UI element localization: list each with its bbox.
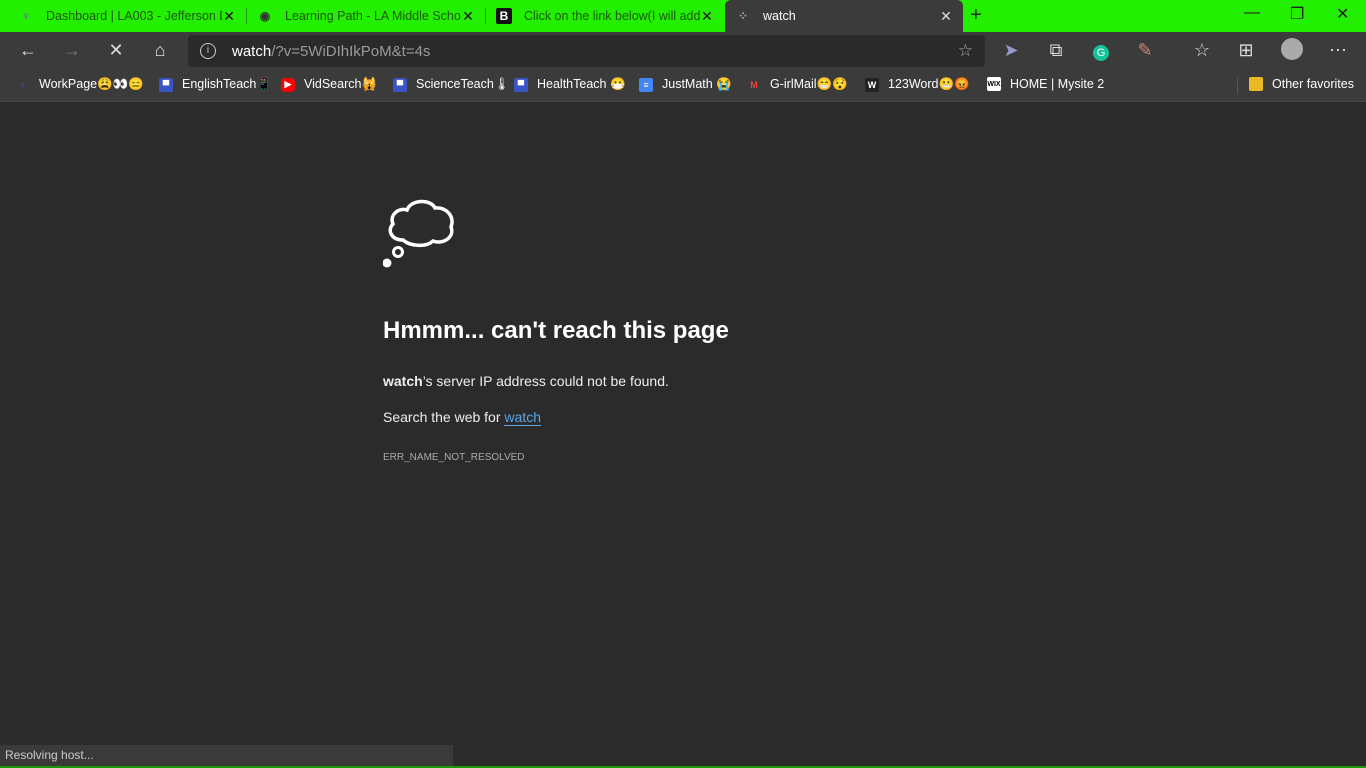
bookmark-label: VidSearch🙀: [304, 77, 378, 91]
error-code: ERR_NAME_NOT_RESOLVED: [383, 452, 525, 463]
grammarly-icon[interactable]: G: [1089, 40, 1113, 61]
other-favorites[interactable]: Other favorites: [1249, 77, 1354, 91]
tab-title: Dashboard | LA003 - Jefferson D: [46, 9, 222, 23]
bookmark-label: JustMath 😭: [662, 77, 732, 91]
bookmark-label: 123Word😬😡: [888, 77, 970, 91]
close-tab-icon[interactable]: ✕: [222, 8, 236, 25]
b-logo-icon: B: [496, 8, 512, 24]
forward-button[interactable]: →: [60, 40, 84, 61]
search-web-link[interactable]: watch: [504, 409, 541, 426]
tab-learning-path[interactable]: ◉ Learning Path - LA Middle School ✕: [247, 0, 485, 32]
learning-path-icon: ◉: [259, 9, 271, 23]
status-bar: Resolving host...: [0, 745, 453, 766]
classroom-icon: ▀: [514, 77, 528, 92]
home-button[interactable]: ⌂: [148, 40, 172, 61]
search-prefix: Search the web for: [383, 409, 505, 425]
profile-avatar[interactable]: [1280, 38, 1304, 65]
gmail-icon: M: [750, 79, 758, 90]
more-menu-icon[interactable]: ⋯: [1326, 40, 1350, 61]
folder-icon: [1249, 77, 1263, 91]
extension-icon[interactable]: ✎: [1133, 40, 1157, 61]
close-tab-icon[interactable]: ✕: [700, 8, 714, 25]
error-title: Hmmm... can't reach this page: [383, 317, 729, 344]
bookmark-label: HOME | Mysite 2: [1010, 77, 1105, 91]
bookmarks-bar: ♀ WorkPage😩👀😑 ▀ EnglishTeach📱 ▶ VidSearch🙀 …: [0, 70, 1366, 102]
info-icon[interactable]: i: [200, 43, 216, 59]
tab-dashboard[interactable]: ♀ Dashboard | LA003 - Jefferson D ✕: [8, 0, 246, 32]
bookmark-girlmail[interactable]: M G-irlMail😁😯: [747, 77, 848, 92]
tab-title: Click on the link below(I will add: [524, 9, 700, 23]
error-message: watch’s server IP address could not be f…: [383, 373, 669, 389]
wikipedia-icon: W: [865, 77, 879, 92]
tab-strip: ♀ Dashboard | LA003 - Jefferson D ✕ ◉ Le…: [0, 0, 1366, 32]
tab-actions-icon[interactable]: ⧉: [1044, 40, 1068, 61]
bookmark-label: ScienceTeach🌡: [416, 77, 510, 91]
bookmark-justmath[interactable]: ≡ JustMath 😭: [639, 77, 732, 92]
close-window-button[interactable]: ✕: [1336, 4, 1349, 24]
youtube-icon: ▶: [281, 77, 295, 92]
collections-icon[interactable]: ⊞: [1234, 40, 1258, 61]
bookmark-123word[interactable]: W 123Word😬😡: [865, 77, 970, 92]
bookmark-label: HealthTeach 😷: [537, 77, 626, 91]
host-name: watch: [383, 373, 423, 389]
bookmark-vidsearch[interactable]: ▶ VidSearch🙀: [281, 77, 377, 92]
bookmark-workpage[interactable]: ♀ WorkPage😩👀😑: [16, 77, 144, 92]
loading-spinner-icon: ⁘: [737, 9, 749, 23]
google-docs-icon: ≡: [639, 77, 653, 92]
search-suggestion: Search the web for watch: [383, 409, 541, 426]
minimize-button[interactable]: —: [1244, 4, 1260, 22]
classroom-icon: ▀: [159, 77, 173, 92]
add-favorite-icon[interactable]: ☆: [958, 41, 973, 61]
tab-watch[interactable]: ⁘ watch ✕: [725, 0, 963, 32]
bookmark-scienceteach[interactable]: ▀ ScienceTeach🌡: [393, 77, 510, 92]
address-bar[interactable]: i watch/?v=5WiDIhIkPoM&t=4s ☆: [188, 35, 985, 67]
close-tab-icon[interactable]: ✕: [461, 8, 475, 25]
new-tab-button[interactable]: +: [970, 4, 982, 27]
classroom-icon: ▀: [393, 77, 407, 92]
bookmark-label: WorkPage😩👀😑: [39, 77, 144, 91]
url-text: watch/?v=5WiDIhIkPoM&t=4s: [232, 42, 431, 60]
lightbulb-icon: ♀: [19, 79, 27, 90]
cursor-extension-icon[interactable]: ➤: [999, 40, 1023, 61]
tab-title: watch: [763, 9, 796, 23]
bookmark-label: EnglishTeach📱: [182, 77, 272, 91]
stop-loading-button[interactable]: ✕: [104, 40, 128, 61]
back-button[interactable]: ←: [16, 40, 40, 61]
close-tab-icon[interactable]: ✕: [939, 8, 953, 25]
thought-cloud-icon: [382, 195, 459, 276]
lightbulb-icon: ♀: [21, 9, 31, 23]
bookmark-label: Other favorites: [1272, 77, 1354, 91]
error-message-text: ’s server IP address could not be found.: [422, 373, 669, 389]
wix-icon: WIX: [987, 77, 1001, 91]
favorites-icon[interactable]: ☆: [1190, 40, 1214, 61]
restore-button[interactable]: ❐: [1290, 4, 1304, 24]
bookmark-home-mysite[interactable]: WIX HOME | Mysite 2: [987, 77, 1104, 91]
bookmark-englishteach[interactable]: ▀ EnglishTeach📱: [159, 77, 272, 92]
bookmark-healthteach[interactable]: ▀ HealthTeach 😷: [514, 77, 626, 92]
bookmark-label: G-irlMail😁😯: [770, 77, 848, 91]
tab-title: Learning Path - LA Middle School: [285, 9, 461, 23]
tab-click-link[interactable]: B Click on the link below(I will add ✕: [486, 0, 724, 32]
